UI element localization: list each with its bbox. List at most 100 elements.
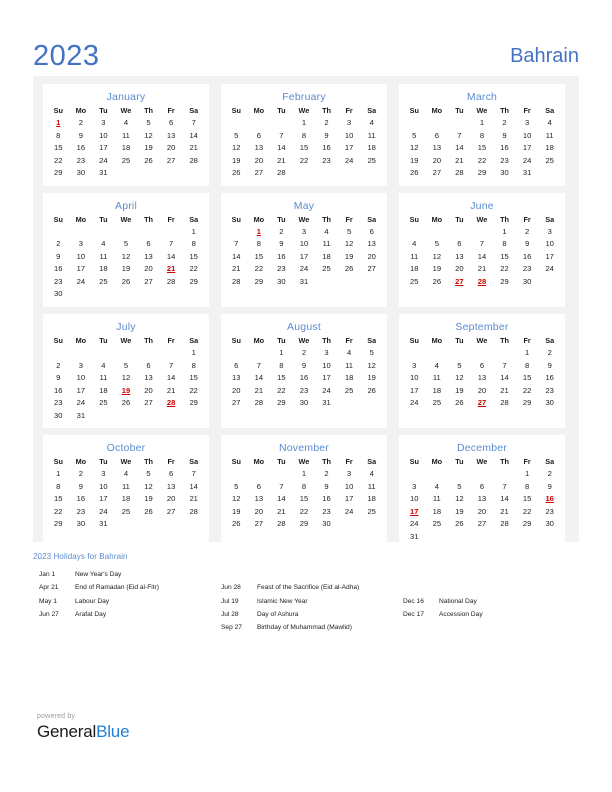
- day-cell[interactable]: 14: [493, 372, 516, 385]
- day-cell[interactable]: 8: [47, 130, 70, 143]
- day-cell[interactable]: 16: [70, 493, 93, 506]
- day-cell[interactable]: 17: [70, 263, 93, 276]
- day-cell[interactable]: 30: [270, 276, 293, 289]
- day-cell[interactable]: 23: [47, 397, 70, 410]
- day-cell[interactable]: 29: [493, 276, 516, 289]
- day-cell[interactable]: 8: [270, 359, 293, 372]
- day-cell[interactable]: 23: [538, 506, 561, 519]
- day-cell[interactable]: 1: [516, 468, 539, 481]
- day-cell[interactable]: 1: [471, 117, 494, 130]
- month-card-october[interactable]: October Su Mo Tu We Th Fr Sa 1 2 3 4 5 6 7 8 9 10 11 12 13 14…: [43, 435, 209, 550]
- day-cell[interactable]: 12: [426, 251, 449, 264]
- day-cell[interactable]: 5: [225, 481, 248, 494]
- day-cell[interactable]: 7: [182, 117, 205, 130]
- day-cell[interactable]: 16: [70, 142, 93, 155]
- day-cell[interactable]: 28: [270, 167, 293, 180]
- day-cell[interactable]: 29: [47, 167, 70, 180]
- day-cell[interactable]: 9: [47, 372, 70, 385]
- day-cell[interactable]: 27: [160, 506, 183, 519]
- day-cell[interactable]: 31: [70, 410, 93, 423]
- day-cell[interactable]: 25: [92, 276, 115, 289]
- day-cell[interactable]: 2: [315, 117, 338, 130]
- day-cell[interactable]: 7: [270, 130, 293, 143]
- day-cell[interactable]: 11: [115, 481, 138, 494]
- day-cell[interactable]: 27: [426, 167, 449, 180]
- day-cell[interactable]: 14: [182, 481, 205, 494]
- day-cell[interactable]: 3: [338, 117, 361, 130]
- day-cell[interactable]: 31: [403, 531, 426, 544]
- day-cell[interactable]: 24: [403, 397, 426, 410]
- day-cell[interactable]: 11: [403, 251, 426, 264]
- day-cell[interactable]: 1: [182, 226, 205, 239]
- day-cell[interactable]: 13: [248, 142, 271, 155]
- day-cell[interactable]: 13: [160, 130, 183, 143]
- day-cell[interactable]: 13: [225, 372, 248, 385]
- month-card-december[interactable]: December Su Mo Tu We Th Fr Sa 1 2 3 4 5 6 7 8 9 10 11 12 13 1…: [399, 435, 565, 550]
- day-cell[interactable]: 18: [538, 142, 561, 155]
- day-cell[interactable]: 31: [516, 167, 539, 180]
- month-card-august[interactable]: August Su Mo Tu We Th Fr Sa 1 2 3 4 5 6 7 8 9 10 11 12 13 14 1…: [221, 313, 387, 429]
- day-cell[interactable]: 1: [293, 117, 316, 130]
- day-cell[interactable]: 29: [182, 276, 205, 289]
- day-cell[interactable]: 19: [448, 384, 471, 397]
- day-cell[interactable]: 30: [293, 397, 316, 410]
- day-cell[interactable]: 23: [293, 384, 316, 397]
- day-cell[interactable]: 25: [360, 155, 383, 168]
- day-cell[interactable]: 28: [160, 276, 183, 289]
- day-cell[interactable]: 10: [293, 238, 316, 251]
- day-cell[interactable]: 10: [92, 481, 115, 494]
- day-cell[interactable]: 9: [70, 130, 93, 143]
- day-cell[interactable]: 16: [315, 493, 338, 506]
- day-cell[interactable]: 21: [248, 384, 271, 397]
- day-cell[interactable]: 30: [538, 397, 561, 410]
- day-cell[interactable]: 26: [225, 167, 248, 180]
- day-cell[interactable]: 31: [92, 167, 115, 180]
- day-cell[interactable]: 27: [137, 276, 160, 289]
- day-cell[interactable]: 18: [92, 384, 115, 397]
- day-cell[interactable]: 26: [426, 276, 449, 289]
- day-cell[interactable]: 12: [115, 372, 138, 385]
- day-cell[interactable]: 22: [293, 155, 316, 168]
- day-cell[interactable]: 6: [426, 130, 449, 143]
- day-cell[interactable]: 10: [70, 372, 93, 385]
- day-cell[interactable]: 16: [315, 142, 338, 155]
- day-cell[interactable]: 8: [182, 359, 205, 372]
- day-cell[interactable]: 26: [115, 276, 138, 289]
- day-cell-holiday[interactable]: 19: [115, 384, 138, 397]
- day-cell[interactable]: 17: [92, 142, 115, 155]
- day-cell[interactable]: 17: [293, 251, 316, 264]
- day-cell[interactable]: 8: [516, 481, 539, 494]
- month-card-february[interactable]: February Su Mo Tu We Th Fr Sa 1 2 3 4 5 6 7 8 9 10 11 12 13 1…: [221, 84, 387, 186]
- month-card-may[interactable]: May Su Mo Tu We Th Fr Sa 1 2 3 4 5 6 7 8 9 10 11 12 13 14 15 16…: [221, 192, 387, 307]
- day-cell[interactable]: 21: [270, 155, 293, 168]
- day-cell[interactable]: 31: [315, 397, 338, 410]
- day-cell[interactable]: 28: [493, 397, 516, 410]
- day-cell[interactable]: 9: [293, 359, 316, 372]
- day-cell[interactable]: 9: [270, 238, 293, 251]
- day-cell[interactable]: 3: [338, 468, 361, 481]
- day-cell[interactable]: 20: [448, 263, 471, 276]
- day-cell[interactable]: 27: [225, 397, 248, 410]
- day-cell[interactable]: 23: [270, 263, 293, 276]
- day-cell[interactable]: 6: [448, 238, 471, 251]
- day-cell[interactable]: 23: [315, 506, 338, 519]
- day-cell[interactable]: 25: [426, 397, 449, 410]
- day-cell[interactable]: 10: [338, 481, 361, 494]
- day-cell-holiday[interactable]: 27: [471, 397, 494, 410]
- day-cell[interactable]: 15: [248, 251, 271, 264]
- day-cell[interactable]: 20: [360, 251, 383, 264]
- day-cell[interactable]: 17: [516, 142, 539, 155]
- day-cell[interactable]: 25: [403, 276, 426, 289]
- day-cell[interactable]: 18: [426, 384, 449, 397]
- day-cell[interactable]: 8: [182, 238, 205, 251]
- day-cell[interactable]: 4: [115, 468, 138, 481]
- day-cell[interactable]: 12: [115, 251, 138, 264]
- day-cell[interactable]: 4: [426, 359, 449, 372]
- day-cell[interactable]: 20: [160, 493, 183, 506]
- day-cell[interactable]: 2: [293, 347, 316, 360]
- day-cell[interactable]: 29: [516, 518, 539, 531]
- day-cell[interactable]: 7: [448, 130, 471, 143]
- day-cell[interactable]: 27: [160, 155, 183, 168]
- day-cell[interactable]: 18: [360, 493, 383, 506]
- day-cell[interactable]: 15: [471, 142, 494, 155]
